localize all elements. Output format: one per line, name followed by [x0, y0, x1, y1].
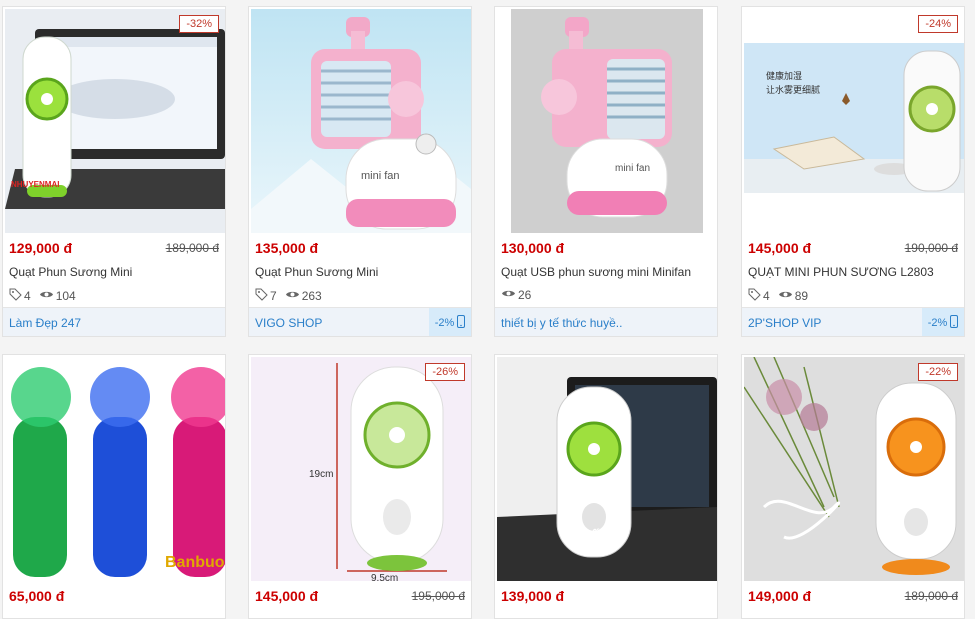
eye-icon	[501, 288, 516, 302]
old-price: 190,000 đ	[904, 241, 958, 255]
product-image[interactable]: mini fan	[497, 9, 717, 233]
view-count: 263	[301, 289, 322, 303]
price: 149,000 đ	[748, 588, 812, 604]
product-title[interactable]: QUẠT MINI PHUN SƯƠNG L2803	[748, 265, 934, 279]
shop-bar[interactable]: VIGO SHOP -2%	[249, 307, 471, 336]
view-count: 89	[794, 289, 809, 303]
product-card[interactable]: 健康加湿 让水雾更细腻 -24% 145,000 đ 190,000 đ QUẠ…	[741, 6, 965, 337]
image-label-text: mini fan	[615, 163, 650, 174]
view-count: 104	[55, 289, 76, 303]
shop-bar[interactable]: Làm Đẹp 247	[3, 307, 225, 336]
product-image[interactable]: 健康加湿 让水雾更细腻 -24%	[744, 9, 964, 233]
price: 135,000 đ	[255, 240, 319, 256]
product-stats: 4 104	[9, 288, 84, 304]
product-card[interactable]: Banbuon 65,000 đ	[2, 354, 226, 619]
discount-badge: -22%	[918, 363, 958, 381]
product-image[interactable]: Banbuon	[5, 357, 225, 581]
eye-icon	[778, 289, 793, 303]
image-banner-text: 让水雾更细腻	[766, 84, 820, 96]
mobile-phone-icon	[950, 315, 959, 331]
mobile-phone-icon	[457, 315, 466, 331]
price: 129,000 đ	[9, 240, 73, 256]
old-price: 189,000 đ	[165, 241, 219, 255]
discount-badge: -32%	[179, 15, 219, 33]
image-banner-text: 健康加湿	[766, 70, 802, 82]
old-price: 189,000 đ	[904, 589, 958, 603]
image-width-label: 9.5cm	[371, 573, 398, 581]
product-title[interactable]: Quạt Phun Sương Mini	[255, 265, 378, 279]
product-image[interactable]: Chất	[497, 357, 717, 581]
product-grid: NHUYENMAI -32% 129,000 đ 189,000 đ Quạt …	[0, 0, 975, 619]
price: 145,000 đ	[255, 588, 319, 604]
tag-icon	[9, 288, 22, 304]
image-watermark-text: NHUYENMAI	[11, 180, 59, 189]
price: 139,000 đ	[501, 588, 565, 604]
shop-bar[interactable]: thiết bị y tế thức huyề..	[495, 307, 717, 336]
image-watermark-text: Banbuon	[165, 554, 225, 571]
tag-icon	[748, 288, 761, 304]
image-height-label: 19cm	[309, 469, 333, 480]
like-count: 7	[270, 289, 277, 303]
product-stats: 7 263	[255, 288, 330, 304]
product-card[interactable]: 19cm 9.5cm -26% 145,000 đ 195,000 đ	[248, 354, 472, 619]
product-image[interactable]: NHUYENMAI -32%	[5, 9, 225, 233]
shop-name-link[interactable]: thiết bị y tế thức huyề..	[501, 316, 622, 330]
price: 65,000 đ	[9, 588, 65, 604]
like-count: 4	[763, 289, 770, 303]
product-card[interactable]: -22% 149,000 đ 189,000 đ	[741, 354, 965, 619]
product-title[interactable]: Quạt USB phun sương mini Minifan	[501, 265, 691, 279]
product-stats: 26	[501, 288, 539, 302]
shop-name-link[interactable]: Làm Đẹp 247	[9, 316, 81, 330]
mobile-discount-badge[interactable]: -2%	[429, 308, 471, 336]
product-image[interactable]: 19cm 9.5cm -26%	[251, 357, 471, 581]
tag-icon	[255, 288, 268, 304]
image-label-text: mini fan	[361, 170, 400, 182]
discount-badge: -26%	[425, 363, 465, 381]
product-card[interactable]: NHUYENMAI -32% 129,000 đ 189,000 đ Quạt …	[2, 6, 226, 337]
old-price: 195,000 đ	[411, 589, 465, 603]
eye-icon	[39, 289, 54, 303]
shop-name-link[interactable]: VIGO SHOP	[255, 316, 322, 330]
image-watermark-text: Chất	[569, 528, 605, 545]
product-card[interactable]: Chất 139,000 đ	[494, 354, 718, 619]
product-title[interactable]: Quạt Phun Sương Mini	[9, 265, 132, 279]
product-stats: 4 89	[748, 288, 816, 304]
like-count: 4	[24, 289, 31, 303]
product-card[interactable]: mini fan 135,000 đ Quạt Phun Sương Mini …	[248, 6, 472, 337]
discount-badge: -24%	[918, 15, 958, 33]
product-image[interactable]: -22%	[744, 357, 964, 581]
product-card[interactable]: mini fan 130,000 đ Quạt USB phun sương m…	[494, 6, 718, 337]
shop-bar[interactable]: 2P'SHOP VIP -2%	[742, 307, 964, 336]
view-count: 26	[518, 288, 532, 302]
shop-name-link[interactable]: 2P'SHOP VIP	[748, 316, 821, 330]
mobile-discount-value: -2%	[927, 317, 948, 329]
product-image[interactable]: mini fan	[251, 9, 471, 233]
price: 130,000 đ	[501, 240, 565, 256]
eye-icon	[285, 289, 300, 303]
price: 145,000 đ	[748, 240, 812, 256]
mobile-discount-value: -2%	[434, 317, 455, 329]
mobile-discount-badge[interactable]: -2%	[922, 308, 964, 336]
